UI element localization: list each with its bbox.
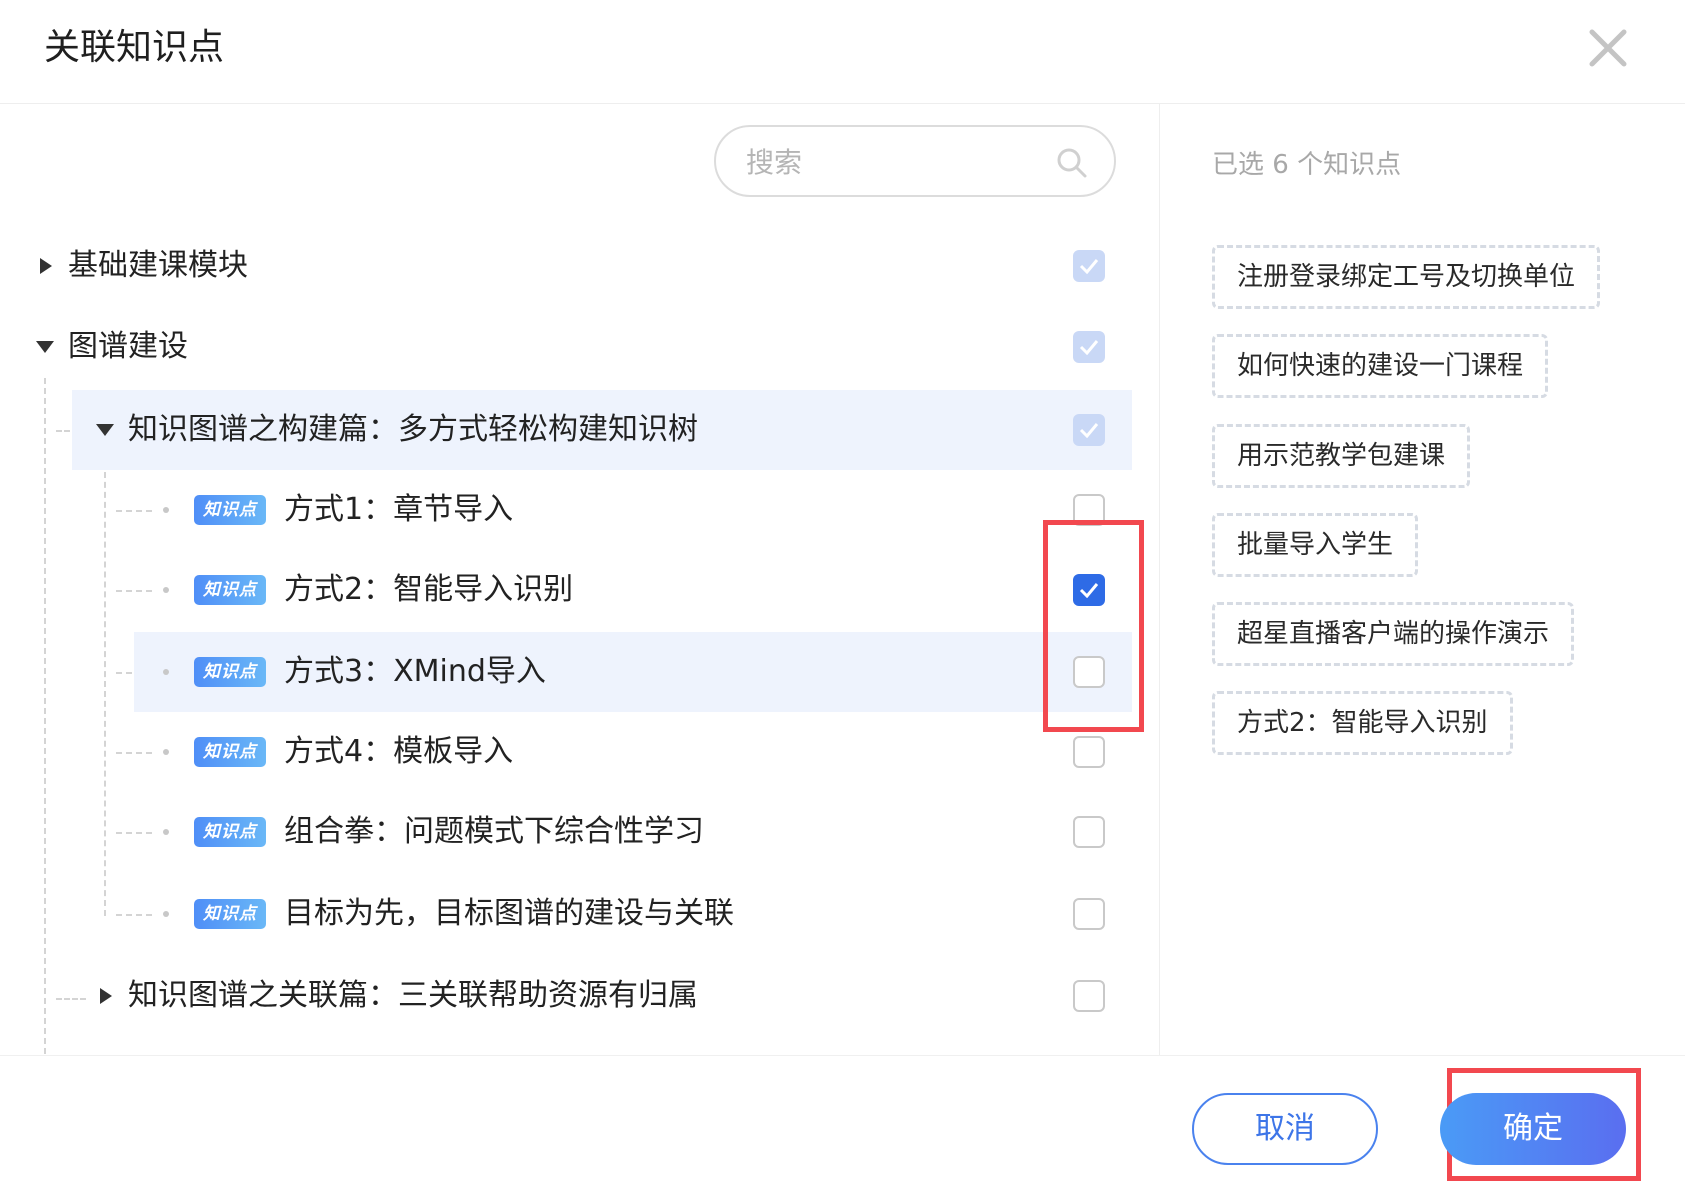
tree-node-label: 目标为先，目标图谱的建设与关联: [284, 896, 734, 931]
caret-down-icon[interactable]: [36, 341, 54, 353]
knowledge-point-badge: 知识点: [194, 575, 266, 605]
tree-node-label: 基础建课模块: [68, 248, 248, 283]
tree-dot: [163, 911, 169, 917]
caret-right-icon[interactable]: [40, 258, 52, 274]
selected-count: 已选 6 个知识点: [1212, 150, 1402, 180]
header-divider: [0, 103, 1685, 104]
panel-divider: [1159, 104, 1160, 1055]
footer-divider: [0, 1055, 1685, 1056]
tree-node-build-chapter[interactable]: 知识图谱之构建篇：多方式轻松构建知识树: [72, 390, 1132, 470]
tree-node-checkbox[interactable]: [1073, 898, 1105, 930]
tree-node-label: 知识图谱之关联篇：三关联帮助资源有归属: [128, 978, 698, 1013]
tree-node-label: 知识图谱之构建篇：多方式轻松构建知识树: [128, 412, 698, 447]
tree-dot: [163, 749, 169, 755]
selected-tag[interactable]: 用示范教学包建课: [1212, 424, 1471, 488]
cancel-button[interactable]: 取消: [1192, 1093, 1378, 1165]
tree-node-link-chapter[interactable]: 知识图谱之关联篇：三关联帮助资源有归属: [0, 956, 1132, 1036]
tree-node-label: 图谱建设: [68, 329, 188, 364]
annotation-highlight-box: [1043, 520, 1144, 732]
search-icon[interactable]: [1056, 147, 1088, 179]
tree-node-checkbox[interactable]: [1073, 736, 1105, 768]
knowledge-point-row[interactable]: 知识点 目标为先，目标图谱的建设与关联: [0, 874, 1132, 954]
tree-dot: [163, 829, 169, 835]
knowledge-point-badge: 知识点: [194, 899, 266, 929]
knowledge-point-row[interactable]: 知识点 方式1：章节导入: [0, 470, 1132, 550]
tree-node-label: 方式1：章节导入: [284, 492, 514, 527]
dialog-title: 关联知识点: [44, 27, 225, 68]
tree-node-checkbox[interactable]: [1073, 331, 1105, 363]
tree-node-checkbox[interactable]: [1073, 980, 1105, 1012]
knowledge-point-badge: 知识点: [194, 817, 266, 847]
knowledge-point-badge: 知识点: [194, 657, 266, 687]
confirm-button[interactable]: 确定: [1440, 1093, 1626, 1165]
tree-node-checkbox[interactable]: [1073, 414, 1105, 446]
tree-node-label: 方式3：XMind导入: [284, 654, 546, 689]
knowledge-point-row[interactable]: 知识点 方式2：智能导入识别: [0, 550, 1132, 630]
tree-dot: [163, 669, 169, 675]
tree-node-checkbox[interactable]: [1073, 250, 1105, 282]
selected-tag[interactable]: 注册登录绑定工号及切换单位: [1212, 245, 1601, 309]
tree-node-graph-build[interactable]: 图谱建设: [0, 307, 1132, 387]
selected-tag[interactable]: 超星直播客户端的操作演示: [1212, 602, 1575, 666]
knowledge-point-row[interactable]: 知识点 组合拳：问题模式下综合性学习: [0, 792, 1132, 872]
knowledge-point-row[interactable]: 知识点 方式4：模板导入: [0, 712, 1132, 792]
tree-node-label: 方式4：模板导入: [284, 734, 514, 769]
knowledge-point-row[interactable]: 知识点 方式3：XMind导入: [134, 632, 1132, 712]
knowledge-point-badge: 知识点: [194, 495, 266, 525]
knowledge-point-badge: 知识点: [194, 737, 266, 767]
close-icon[interactable]: [1588, 28, 1628, 68]
selected-tag[interactable]: 方式2：智能导入识别: [1212, 691, 1513, 755]
tree-node-label: 组合拳：问题模式下综合性学习: [284, 814, 704, 849]
tree-dot: [163, 507, 169, 513]
tree-dot: [163, 587, 169, 593]
tree-node-checkbox[interactable]: [1073, 816, 1105, 848]
tree-node-basic-module[interactable]: 基础建课模块: [0, 226, 1132, 306]
search-input[interactable]: [744, 127, 1048, 197]
search-box[interactable]: [714, 125, 1116, 197]
selected-tag[interactable]: 如何快速的建设一门课程: [1212, 334, 1549, 398]
caret-down-icon[interactable]: [96, 424, 114, 436]
selected-tag[interactable]: 批量导入学生: [1212, 513, 1419, 577]
caret-right-icon[interactable]: [100, 988, 112, 1004]
tree-node-label: 方式2：智能导入识别: [284, 572, 574, 607]
